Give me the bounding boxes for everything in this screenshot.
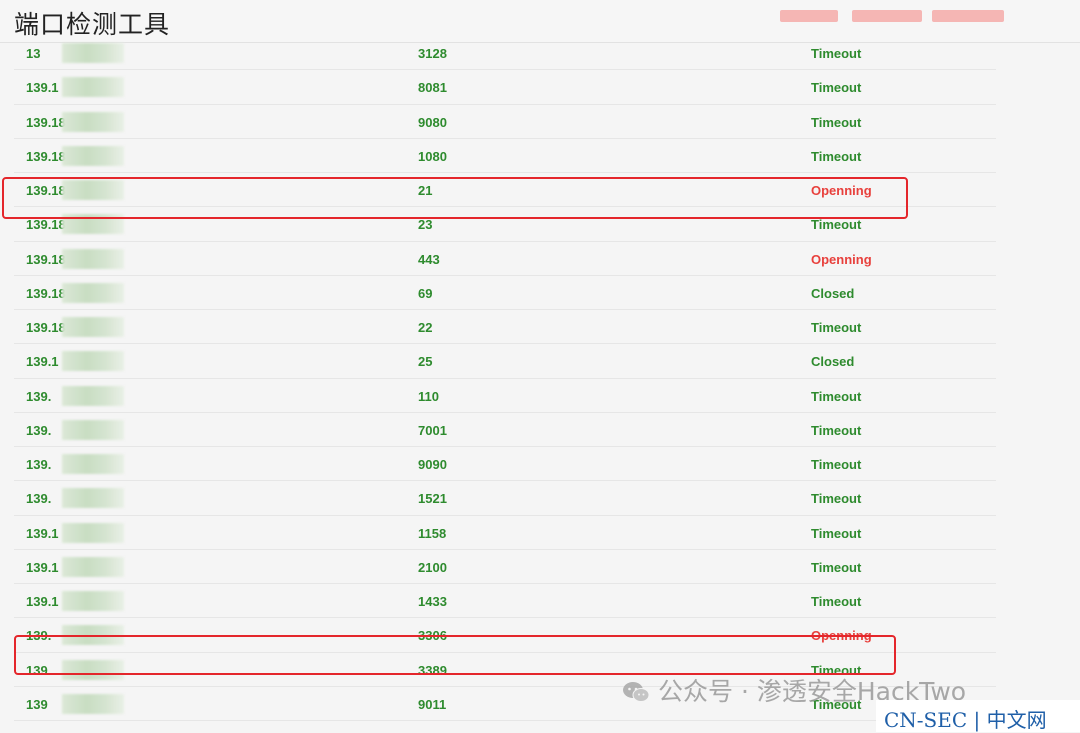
status-cell: Timeout [811, 457, 862, 472]
redacted-ip-blur [62, 591, 124, 611]
status-cell: Timeout [811, 320, 862, 335]
status-cell: Timeout [811, 46, 862, 61]
redacted-ip-blur [62, 556, 124, 577]
redacted-ip-blur [62, 282, 124, 303]
port-cell: 9011 [418, 696, 447, 712]
ip-address-cell: 139.18 [26, 251, 66, 267]
table-row: 13 3128 Timeout [14, 36, 996, 71]
port-cell: 9080 [418, 114, 447, 130]
port-cell: 2100 [418, 559, 447, 575]
highlight-box-port-21 [2, 177, 908, 219]
status-cell: Timeout [811, 594, 862, 609]
table-row: 139.1 1433 Timeout [14, 584, 996, 619]
port-cell: 23 [418, 217, 433, 233]
status-cell: Timeout [811, 217, 862, 233]
table-row: 139.1 8081 Timeout [14, 70, 996, 105]
port-cell: 22 [418, 320, 433, 335]
status-cell: Closed [811, 285, 855, 301]
ip-address-cell: 139.1 [26, 559, 59, 575]
table-row: 139. 9090 Timeout [14, 447, 996, 482]
redacted-ip-blur [62, 351, 124, 372]
redacted-ip-blur [62, 111, 124, 132]
status-cell: Closed [811, 354, 855, 370]
port-cell: 25 [418, 354, 433, 370]
status-cell: Timeout [811, 559, 862, 575]
redacted-ip-blur [62, 693, 124, 714]
port-cell: 1080 [418, 148, 447, 164]
table-row: 139.18 22 Timeout [14, 310, 996, 345]
table-row: 139.18 1080 Timeout [14, 139, 996, 173]
table-row: 139.1 2100 Timeout [14, 550, 996, 584]
wechat-icon [623, 682, 650, 702]
table-row: 139.18 69 Closed [14, 276, 996, 310]
ip-address-cell: 139.18 [26, 148, 66, 164]
ip-address-cell: 139.18 [26, 285, 66, 301]
ip-address-cell: 139. [26, 422, 52, 438]
port-cell: 1433 [418, 594, 447, 609]
ip-address-cell: 139.18 [26, 114, 66, 130]
ip-address-cell: 139 [26, 696, 48, 712]
table-row: 139.18 9080 Timeout [14, 105, 996, 139]
port-cell: 443 [418, 251, 440, 267]
port-cell: 8081 [418, 80, 447, 96]
ip-address-cell: 139.1 [26, 594, 59, 609]
port-results-table: 13 3128 Timeout 139.1 8081 Timeout 139.18 9080 T… [14, 36, 996, 721]
port-cell: 1521 [418, 491, 447, 507]
port-cell: 110 [418, 388, 439, 404]
redacted-ip-blur [62, 43, 124, 63]
redacted-ip-blur [62, 317, 124, 337]
highlight-box-port-3306 [14, 635, 896, 675]
ip-address-cell: 139.1 [26, 354, 59, 370]
status-cell: Timeout [811, 388, 862, 404]
port-cell: 3128 [418, 46, 447, 61]
redacted-ip-blur [62, 454, 124, 474]
port-cell: 69 [418, 285, 433, 301]
corner-badge: CN-SEC | 中文网 [884, 708, 1047, 732]
table-row: 139. 110 Timeout [14, 379, 996, 413]
port-cell: 9090 [418, 457, 447, 472]
redacted-ip-blur [62, 488, 124, 509]
redacted-ip-blur [62, 522, 124, 543]
redacted-ip-blur [62, 248, 124, 269]
status-cell: Timeout [811, 148, 862, 164]
ip-address-cell: 139.18 [26, 320, 66, 335]
redacted-ip-blur [62, 385, 124, 406]
redacted-user-info [932, 10, 1004, 22]
ip-address-cell: 139.1 [26, 80, 59, 96]
status-cell: Timeout [811, 491, 862, 507]
ip-address-cell: 139. [26, 457, 52, 472]
table-row: 139. 1521 Timeout [14, 481, 996, 516]
table-row: 139.1 1158 Timeout [14, 516, 996, 550]
port-cell: 1158 [418, 525, 447, 541]
table-row: 139. 7001 Timeout [14, 413, 996, 447]
redacted-user-info [852, 10, 922, 22]
ip-address-cell: 13 [26, 46, 41, 61]
status-cell: Timeout [811, 114, 862, 130]
ip-address-cell: 139.1 [26, 525, 59, 541]
redacted-user-info [780, 10, 838, 22]
ip-address-cell: 139.18 [26, 217, 66, 233]
redacted-ip-blur [62, 419, 124, 440]
status-cell: Timeout [811, 422, 862, 438]
ip-address-cell: 139. [26, 491, 52, 507]
redacted-ip-blur [62, 145, 124, 166]
table-row: 139.1 25 Closed [14, 344, 996, 379]
table-row: 139.18 443 Openning [14, 242, 996, 276]
status-cell: Openning [811, 251, 872, 267]
status-cell: Timeout [811, 525, 862, 541]
port-cell: 7001 [418, 422, 447, 438]
status-cell: Timeout [811, 80, 862, 96]
redacted-ip-blur [62, 77, 124, 98]
ip-address-cell: 139. [26, 388, 52, 404]
